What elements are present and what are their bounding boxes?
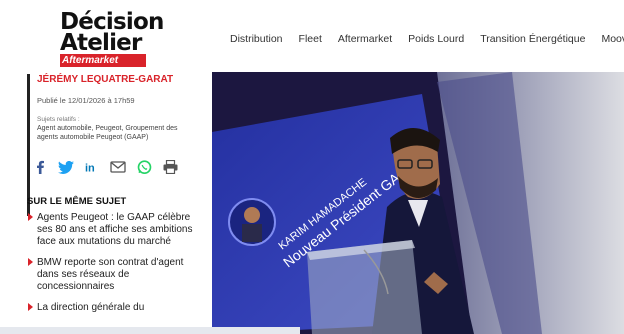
cookie-bar[interactable] xyxy=(0,327,300,334)
twitter-icon[interactable] xyxy=(57,160,75,174)
subjects-label: Sujets relatifs : xyxy=(37,116,80,123)
logo-tag: Aftermarket xyxy=(60,54,146,67)
hero-image: KARIM HAMADACHE Nouveau Président GAAP xyxy=(212,72,624,334)
related-item-link[interactable]: La direction générale du xyxy=(37,302,144,313)
main-nav: Distribution Fleet Aftermarket Poids Lou… xyxy=(230,32,624,46)
nav-item-fleet[interactable]: Fleet xyxy=(299,32,322,46)
caret-right-icon xyxy=(28,303,33,311)
publish-date: Publié le 12/01/2026 à 17h59 xyxy=(37,96,135,105)
nav-item-distribution[interactable]: Distribution xyxy=(230,32,283,46)
related-title: SUR LE MÊME SUJET xyxy=(27,196,127,207)
article-sidebar: JÉRÉMY LEQUATRE-GARAT Publié le 12/01/20… xyxy=(0,72,210,334)
related-item[interactable]: La direction générale du xyxy=(27,302,207,314)
linkedin-icon[interactable]: in xyxy=(83,160,101,174)
related-item[interactable]: BMW reporte son contrat d'agent dans ses… xyxy=(27,257,207,293)
nav-item-moov[interactable]: Moov xyxy=(601,32,624,46)
nav-item-aftermarket[interactable]: Aftermarket xyxy=(338,32,392,46)
share-bar: in xyxy=(31,159,187,174)
logo-line2: Atelier xyxy=(60,30,142,56)
svg-text:in: in xyxy=(85,163,95,174)
facebook-icon[interactable] xyxy=(31,160,49,174)
nav-item-poids-lourd[interactable]: Poids Lourd xyxy=(408,32,464,46)
email-icon[interactable] xyxy=(109,160,127,174)
caret-right-icon xyxy=(28,213,33,221)
site-logo[interactable]: Décision Atelier Aftermarket xyxy=(60,11,164,68)
site-header: Décision Atelier Aftermarket Distributio… xyxy=(0,0,624,72)
whatsapp-icon[interactable] xyxy=(135,159,153,174)
hero-photo-illustration: KARIM HAMADACHE Nouveau Président GAAP xyxy=(212,72,624,334)
caret-right-icon xyxy=(28,258,33,266)
related-item-link[interactable]: BMW reporte son contrat d'agent dans ses… xyxy=(37,257,183,292)
related-item-link[interactable]: Agents Peugeot : le GAAP célèbre ses 80 … xyxy=(37,212,192,247)
subjects-list[interactable]: Agent automobile, Peugeot, Groupement de… xyxy=(37,124,197,142)
author-block: JÉRÉMY LEQUATRE-GARAT Publié le 12/01/20… xyxy=(27,74,197,216)
nav-item-transition[interactable]: Transition Énergétique xyxy=(480,32,585,46)
related-list: Agents Peugeot : le GAAP célèbre ses 80 … xyxy=(27,212,207,323)
print-icon[interactable] xyxy=(161,160,179,174)
related-item[interactable]: Agents Peugeot : le GAAP célèbre ses 80 … xyxy=(27,212,207,248)
author-name[interactable]: JÉRÉMY LEQUATRE-GARAT xyxy=(37,74,197,86)
